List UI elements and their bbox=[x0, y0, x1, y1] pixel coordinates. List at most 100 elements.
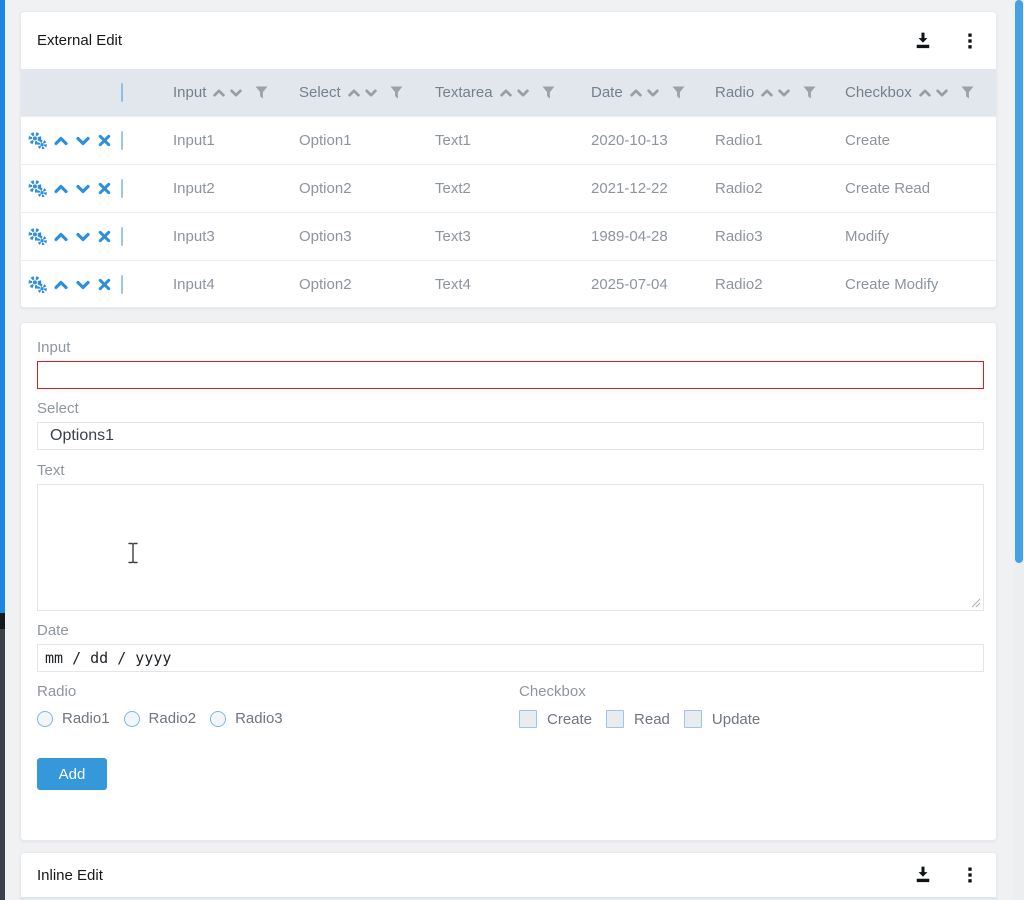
cell-input: Input3 bbox=[173, 228, 299, 245]
create-checkbox[interactable] bbox=[519, 710, 537, 728]
sort-desc-icon[interactable] bbox=[777, 86, 791, 100]
cell-select: Option2 bbox=[299, 180, 435, 197]
download-icon[interactable] bbox=[913, 865, 933, 885]
radio-option-label: Radio2 bbox=[149, 710, 197, 727]
radio-button[interactable] bbox=[37, 711, 53, 727]
delete-x-icon[interactable] bbox=[97, 277, 112, 292]
sort-desc-icon[interactable] bbox=[646, 86, 660, 100]
sort-asc-icon[interactable] bbox=[499, 86, 513, 100]
settings-gears-icon[interactable] bbox=[28, 276, 47, 293]
filter-icon[interactable] bbox=[542, 86, 555, 99]
radio-checkbox-row: Radio Radio1 Radio2 Radio3 Checkbox Crea… bbox=[37, 683, 980, 728]
cell-radio: Radio1 bbox=[715, 132, 845, 149]
move-down-icon[interactable] bbox=[75, 181, 91, 197]
download-icon[interactable] bbox=[913, 31, 933, 51]
column-header-radio: Radio bbox=[715, 84, 845, 101]
table-header-row: Input Select Textarea Date bbox=[21, 69, 996, 116]
move-up-icon[interactable] bbox=[53, 229, 69, 245]
column-header-input: Input bbox=[173, 84, 299, 101]
delete-x-icon[interactable] bbox=[97, 229, 112, 244]
card-toolbar bbox=[913, 865, 980, 885]
sort-desc-icon[interactable] bbox=[364, 86, 378, 100]
cell-checkbox: Create Read bbox=[845, 180, 996, 197]
delete-x-icon[interactable] bbox=[97, 133, 112, 148]
move-up-icon[interactable] bbox=[53, 133, 69, 149]
sort-asc-icon[interactable] bbox=[212, 86, 226, 100]
radio-button[interactable] bbox=[124, 711, 140, 727]
filter-icon[interactable] bbox=[672, 86, 685, 99]
kebab-menu-icon[interactable] bbox=[960, 865, 980, 885]
cell-date: 2021-12-22 bbox=[591, 180, 715, 197]
cell-textarea: Text4 bbox=[435, 276, 591, 293]
cell-select: Option1 bbox=[299, 132, 435, 149]
column-header-date: Date bbox=[591, 84, 715, 101]
kebab-menu-icon[interactable] bbox=[960, 31, 980, 51]
filter-icon[interactable] bbox=[961, 86, 974, 99]
update-checkbox[interactable] bbox=[684, 710, 702, 728]
date-field[interactable]: mm / dd / yyyy bbox=[37, 644, 984, 672]
row-checkbox[interactable] bbox=[121, 131, 123, 150]
move-up-icon[interactable] bbox=[53, 181, 69, 197]
checkbox-option-label: Create bbox=[547, 711, 592, 728]
settings-gears-icon[interactable] bbox=[28, 132, 47, 149]
move-down-icon[interactable] bbox=[75, 277, 91, 293]
settings-gears-icon[interactable] bbox=[28, 228, 47, 245]
row-checkbox[interactable] bbox=[121, 275, 123, 294]
settings-gears-icon[interactable] bbox=[28, 180, 47, 197]
delete-x-icon[interactable] bbox=[97, 181, 112, 196]
input-label: Input bbox=[37, 339, 980, 357]
checkbox-option-label: Read bbox=[634, 711, 670, 728]
cell-textarea: Text2 bbox=[435, 180, 591, 197]
filter-icon[interactable] bbox=[255, 86, 268, 99]
sort-asc-icon[interactable] bbox=[760, 86, 774, 100]
cell-select: Option2 bbox=[299, 276, 435, 293]
cell-textarea: Text1 bbox=[435, 132, 591, 149]
move-down-icon[interactable] bbox=[75, 229, 91, 245]
filter-icon[interactable] bbox=[390, 86, 403, 99]
checkbox-group: Checkbox Create Read Update bbox=[519, 683, 760, 728]
row-actions bbox=[21, 276, 121, 293]
radio-option-label: Radio1 bbox=[62, 710, 110, 727]
scrollbar-track[interactable] bbox=[1014, 0, 1024, 900]
text-textarea[interactable] bbox=[37, 484, 984, 611]
move-down-icon[interactable] bbox=[75, 133, 91, 149]
text-label: Text bbox=[37, 462, 980, 480]
column-header-textarea: Textarea bbox=[435, 84, 591, 101]
row-actions bbox=[21, 228, 121, 245]
sort-desc-icon[interactable] bbox=[229, 86, 243, 100]
date-label: Date bbox=[37, 622, 980, 640]
cell-date: 2025-07-04 bbox=[591, 276, 715, 293]
input-field[interactable] bbox=[37, 361, 984, 389]
radio-option-label: Radio3 bbox=[235, 710, 283, 727]
row-actions bbox=[21, 132, 121, 149]
radio-button[interactable] bbox=[210, 711, 226, 727]
cell-checkbox: Create bbox=[845, 132, 996, 149]
cell-radio: Radio2 bbox=[715, 276, 845, 293]
row-checkbox[interactable] bbox=[121, 227, 123, 246]
row-checkbox[interactable] bbox=[121, 179, 123, 198]
select-field[interactable]: Options1 bbox=[37, 422, 984, 450]
add-button[interactable]: Add bbox=[37, 758, 107, 790]
cell-select: Option3 bbox=[299, 228, 435, 245]
sort-asc-icon[interactable] bbox=[918, 86, 932, 100]
select-all-checkbox[interactable] bbox=[121, 83, 123, 102]
inline-edit-header: Inline Edit bbox=[21, 853, 996, 897]
resize-handle-icon[interactable] bbox=[971, 598, 981, 608]
external-edit-card: External Edit Input Sel bbox=[20, 11, 997, 308]
table-row: Input3 Option3 Text3 1989-04-28 Radio3 M… bbox=[21, 212, 996, 260]
sort-asc-icon[interactable] bbox=[629, 86, 643, 100]
read-checkbox[interactable] bbox=[606, 710, 624, 728]
sort-asc-icon[interactable] bbox=[347, 86, 361, 100]
left-stripe-black-segment bbox=[0, 613, 5, 629]
checkbox-group-label: Checkbox bbox=[519, 683, 760, 701]
sort-desc-icon[interactable] bbox=[935, 86, 949, 100]
move-up-icon[interactable] bbox=[53, 277, 69, 293]
i-beam-cursor-icon bbox=[127, 542, 139, 564]
checkbox-option-label: Update bbox=[712, 711, 760, 728]
radio-group: Radio Radio1 Radio2 Radio3 bbox=[37, 683, 519, 728]
scrollbar-thumb[interactable] bbox=[1015, 0, 1023, 563]
cell-checkbox: Create Modify bbox=[845, 276, 996, 293]
filter-icon[interactable] bbox=[803, 86, 816, 99]
sort-desc-icon[interactable] bbox=[516, 86, 530, 100]
row-actions bbox=[21, 180, 121, 197]
